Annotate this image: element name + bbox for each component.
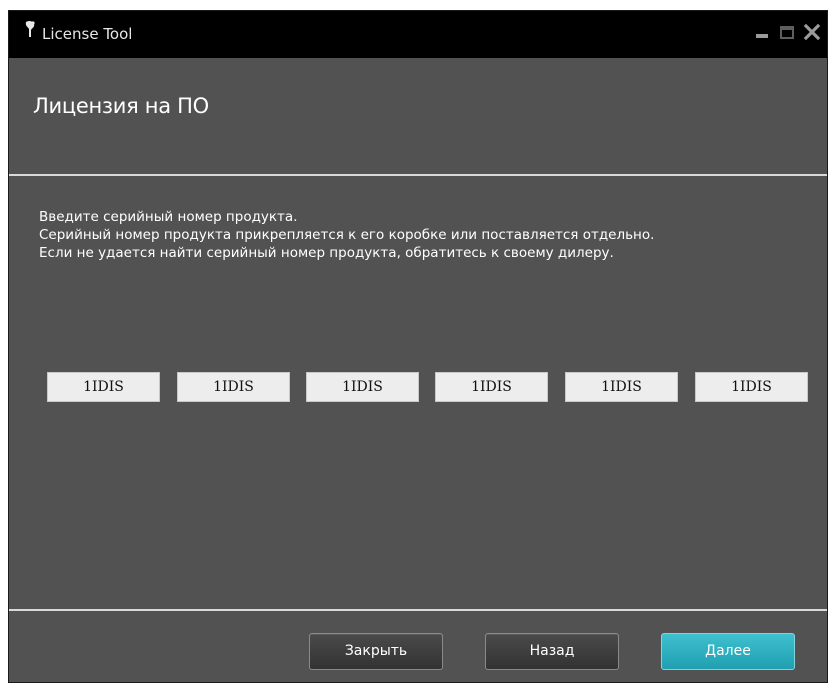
instruction-line: Серийный номер продукта прикрепляется к … — [39, 227, 655, 243]
page-title: Лицензия на ПО — [33, 94, 209, 118]
page-header: Лицензия на ПО — [9, 58, 827, 176]
serial-field-6[interactable] — [695, 372, 808, 402]
back-button[interactable]: Назад — [485, 633, 619, 670]
license-tool-window: License Tool Лицензия на ПО Введите сери… — [8, 10, 828, 683]
serial-field-2[interactable] — [177, 372, 290, 402]
serial-field-5[interactable] — [565, 372, 678, 402]
close-icon[interactable] — [803, 23, 821, 41]
header-divider — [9, 174, 827, 176]
maximize-icon[interactable] — [778, 23, 796, 41]
minimize-icon[interactable] — [753, 23, 771, 41]
instruction-line: Если не удается найти серийный номер про… — [39, 245, 614, 261]
close-button[interactable]: Закрыть — [309, 633, 443, 670]
instructions-text: Введите серийный номер продукта. Серийны… — [39, 208, 654, 262]
app-icon — [25, 20, 35, 37]
serial-number-row — [47, 372, 809, 404]
serial-field-1[interactable] — [47, 372, 160, 402]
serial-field-4[interactable] — [435, 372, 548, 402]
footer-divider — [9, 609, 827, 611]
serial-field-3[interactable] — [306, 372, 419, 402]
window-title: License Tool — [42, 25, 133, 43]
title-bar[interactable]: License Tool — [9, 11, 827, 58]
instruction-line: Введите серийный номер продукта. — [39, 209, 298, 225]
next-button[interactable]: Далее — [661, 633, 795, 670]
